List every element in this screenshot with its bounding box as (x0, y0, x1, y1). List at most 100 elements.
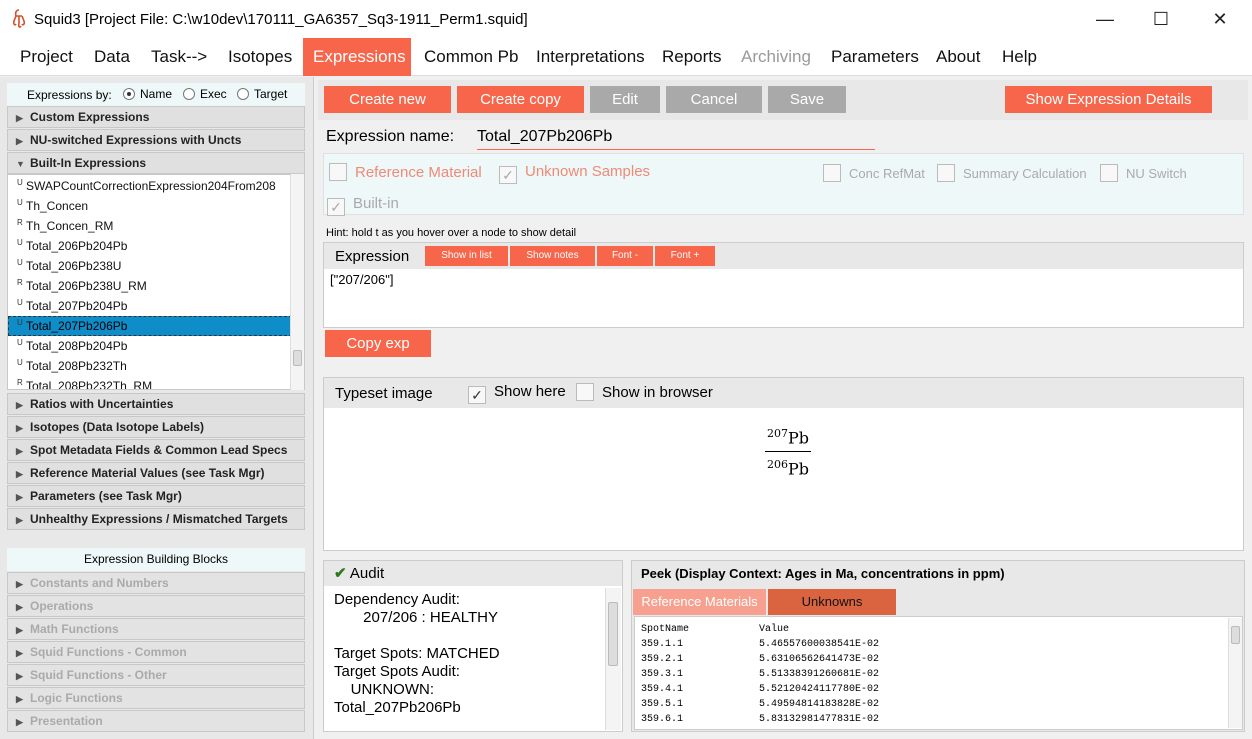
block-logic-functions[interactable]: ▶ Logic Functions (7, 687, 305, 709)
chevron-right-icon: ▶ (16, 625, 23, 635)
expression-name: Th_Concen (26, 199, 89, 213)
expression-name-label: Expression name: (326, 128, 455, 145)
font-increase-button[interactable]: Font + (655, 246, 715, 266)
block-presentation[interactable]: ▶ Presentation (7, 710, 305, 732)
show-in-browser-checkbox[interactable]: Show in browser (576, 383, 713, 401)
copy-exp-button[interactable]: Copy exp (325, 330, 431, 357)
menu-parameters[interactable]: Parameters (821, 38, 929, 76)
block-squid-common[interactable]: ▶ Squid Functions - Common (7, 641, 305, 663)
list-item-selected[interactable]: U Total_207Pb206Pb (8, 316, 292, 336)
chevron-right-icon: ▶ (16, 602, 23, 612)
block-math-functions[interactable]: ▶ Math Functions (7, 618, 305, 640)
section-label: Parameters (see Task Mgr) (30, 489, 182, 503)
section-isotopes[interactable]: ▶ Isotopes (Data Isotope Labels) (7, 416, 305, 438)
list-item[interactable]: U Th_Concen (8, 196, 292, 216)
peek-scrollbar[interactable] (1228, 618, 1242, 728)
expression-type-tag: U (17, 198, 23, 207)
table-row: 359.5.1 5.49594814183828E-02 (641, 697, 879, 712)
menu-project[interactable]: Project (10, 38, 83, 76)
expression-name: SWAPCountCorrectionExpression204From208 (26, 179, 276, 193)
list-item[interactable]: U Total_208Pb232Th (8, 356, 292, 376)
menu-data[interactable]: Data (84, 38, 140, 76)
fraction-numerator: 207Pb (763, 424, 813, 448)
show-expression-details-button[interactable]: Show Expression Details (1005, 86, 1212, 113)
radio-exec[interactable]: Exec (183, 87, 227, 101)
section-ratios[interactable]: ▶ Ratios with Uncertainties (7, 393, 305, 415)
expression-name: Total_208Pb232Th_RM (26, 379, 153, 390)
conc-refmat-checkbox[interactable]: Conc RefMat (823, 164, 925, 182)
checkbox-icon (329, 163, 347, 181)
section-label: NU-switched Expressions with Uncts (30, 133, 242, 147)
list-item[interactable]: U Total_206Pb238U (8, 256, 292, 276)
section-custom-expressions[interactable]: ▶ Custom Expressions (7, 106, 305, 128)
section-label: Logic Functions (30, 691, 123, 705)
checkbox-icon (576, 383, 594, 401)
section-built-in[interactable]: ▼ Built-In Expressions (7, 152, 305, 174)
show-here-checkbox[interactable]: ✓ Show here (468, 383, 566, 404)
section-unhealthy[interactable]: ▶ Unhealthy Expressions / Mismatched Targ… (7, 508, 305, 530)
show-notes-button[interactable]: Show notes (510, 246, 595, 266)
nu-switch-checkbox[interactable]: NU Switch (1100, 164, 1187, 182)
unknown-samples-checkbox[interactable]: ✓ Unknown Samples (499, 163, 650, 184)
scrollbar-thumb[interactable] (293, 350, 302, 366)
audit-scrollbar[interactable] (605, 588, 621, 730)
list-item[interactable]: U SWAPCountCorrectionExpression204From208 (8, 176, 292, 196)
menu-task[interactable]: Task--> (141, 38, 217, 76)
section-reference-material-values[interactable]: ▶ Reference Material Values (see Task Mgr… (7, 462, 305, 484)
spot-name: 359.2.1 (641, 654, 684, 665)
checkbox-label: Summary Calculation (963, 166, 1087, 181)
block-squid-other[interactable]: ▶ Squid Functions - Other (7, 664, 305, 686)
menu-reports[interactable]: Reports (652, 38, 732, 76)
scrollbar-thumb[interactable] (1231, 626, 1240, 644)
expression-type-tag: U (17, 338, 23, 347)
expression-name: Total_206Pb238U_RM (26, 279, 147, 293)
create-copy-button[interactable]: Create copy (457, 86, 584, 113)
tab-unknowns[interactable]: Unknowns (768, 589, 896, 615)
maximize-button[interactable]: ☐ (1141, 6, 1181, 32)
menu-about[interactable]: About (926, 38, 990, 76)
show-in-list-button[interactable]: Show in list (425, 246, 508, 266)
section-spot-metadata[interactable]: ▶ Spot Metadata Fields & Common Lead Spec… (7, 439, 305, 461)
list-item[interactable]: R Total_208Pb232Th_RM (8, 376, 292, 390)
block-constants[interactable]: ▶ Constants and Numbers (7, 572, 305, 594)
save-button[interactable]: Save (768, 86, 846, 113)
expressions-by-label: Expressions by: (27, 88, 112, 102)
font-decrease-button[interactable]: Font - (597, 246, 653, 266)
menu-isotopes[interactable]: Isotopes (218, 38, 302, 76)
radio-name-label: Name (140, 87, 173, 101)
checkbox-label: Show here (494, 383, 566, 400)
minimize-button[interactable]: — (1085, 6, 1125, 32)
summary-calculation-checkbox[interactable]: Summary Calculation (937, 164, 1087, 182)
list-item[interactable]: R Total_206Pb238U_RM (8, 276, 292, 296)
list-item[interactable]: U Total_206Pb204Pb (8, 236, 292, 256)
section-nu-switched[interactable]: ▶ NU-switched Expressions with Uncts (7, 129, 305, 151)
menu-common-pb[interactable]: Common Pb (414, 38, 528, 76)
create-new-button[interactable]: Create new (324, 86, 451, 113)
reference-material-checkbox[interactable]: Reference Material (329, 163, 482, 181)
radio-target[interactable]: Target (237, 87, 287, 101)
built-in-expression-list[interactable]: U SWAPCountCorrectionExpression204From208… (7, 174, 305, 390)
edit-button[interactable]: Edit (590, 86, 660, 113)
section-label: Built-In Expressions (30, 156, 147, 170)
radio-icon (237, 88, 249, 100)
tab-reference-materials[interactable]: Reference Materials (633, 589, 766, 615)
section-label: Unhealthy Expressions / Mismatched Targe… (30, 512, 288, 526)
block-operations[interactable]: ▶ Operations (7, 595, 305, 617)
menu-interpretations[interactable]: Interpretations (526, 38, 655, 76)
section-parameters[interactable]: ▶ Parameters (see Task Mgr) (7, 485, 305, 507)
checkmark-icon: ✔ (334, 565, 347, 582)
scrollbar-thumb[interactable] (608, 602, 618, 666)
window-title: Squid3 [Project File: C:\w10dev\170111_G… (34, 11, 528, 28)
chevron-right-icon: ▶ (16, 515, 23, 525)
cancel-button[interactable]: Cancel (666, 86, 762, 113)
close-button[interactable]: ✕ (1200, 6, 1240, 32)
list-item[interactable]: U Total_208Pb204Pb (8, 336, 292, 356)
menu-help[interactable]: Help (992, 38, 1047, 76)
radio-name[interactable]: Name (123, 87, 172, 101)
expression-text[interactable]: ["207/206"] (330, 272, 393, 287)
expression-name-field[interactable]: Total_207Pb206Pb (477, 128, 875, 150)
list-item[interactable]: U Total_207Pb204Pb (8, 296, 292, 316)
menu-expressions[interactable]: Expressions (303, 38, 411, 76)
list-item[interactable]: R Th_Concen_RM (8, 216, 292, 236)
expression-list-scrollbar[interactable] (290, 174, 304, 390)
